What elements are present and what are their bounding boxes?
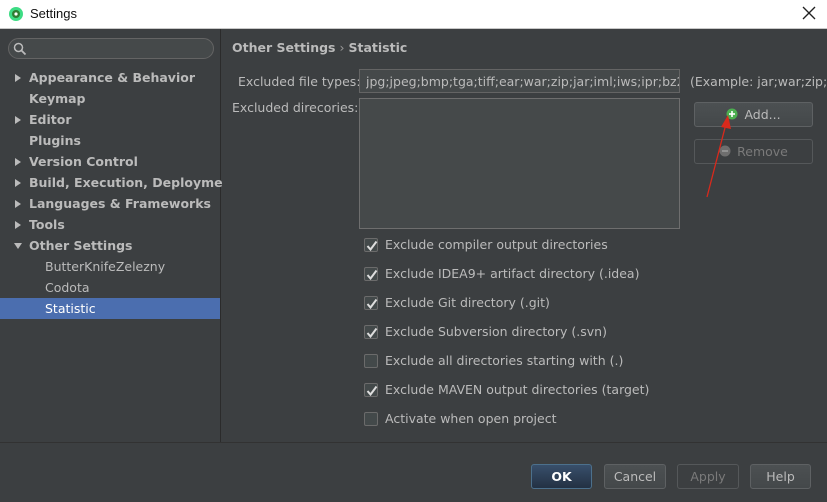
add-button[interactable]: Add...	[694, 102, 813, 127]
chevron-right-icon[interactable]	[13, 199, 23, 209]
checkbox-checked[interactable]	[364, 383, 378, 397]
sidebar-item-label: Codota	[45, 280, 90, 295]
option-label: Exclude MAVEN output directories (target…	[385, 382, 650, 397]
sidebar-item-appearance-behavior[interactable]: Appearance & Behavior	[0, 67, 220, 88]
sidebar-item-label: Other Settings	[29, 238, 133, 253]
search-input[interactable]	[31, 40, 209, 57]
sidebar-item-editor[interactable]: Editor	[0, 109, 220, 130]
sidebar-item-label: Statistic	[45, 301, 96, 316]
statistic-settings-panel: Other Settings › Statistic Excluded file t…	[222, 29, 827, 442]
apply-button[interactable]: Apply	[677, 464, 739, 489]
sidebar-item-other-settings[interactable]: Other Settings	[0, 235, 220, 256]
checkbox-checked[interactable]	[364, 296, 378, 310]
excluded-file-types-label: Excluded file types:	[238, 74, 361, 89]
remove-button-label: Remove	[737, 144, 788, 159]
sidebar-item-label: Editor	[29, 112, 72, 127]
chevron-right-icon[interactable]	[13, 178, 23, 188]
sidebar-item-label: Languages & Frameworks	[29, 196, 211, 211]
excluded-directories-list[interactable]	[359, 98, 680, 229]
add-button-label: Add...	[744, 107, 781, 122]
excluded-file-types-field[interactable]	[359, 69, 680, 93]
option-label: Exclude Git directory (.git)	[385, 295, 550, 310]
sidebar-item-keymap[interactable]: Keymap	[0, 88, 220, 109]
title-bar: Settings	[0, 0, 827, 29]
settings-sidebar: Appearance & Behavior Keymap Editor Plugins…	[0, 29, 237, 442]
dialog-footer: OK Cancel Apply Help	[0, 442, 827, 502]
sidebar-item-statistic[interactable]: Statistic	[0, 298, 220, 319]
sidebar-item-label: Build, Execution, Deployment	[29, 175, 238, 190]
chevron-right-icon[interactable]	[13, 73, 23, 83]
remove-button[interactable]: Remove	[694, 139, 813, 164]
sidebar-item-codota[interactable]: Codota	[0, 277, 220, 298]
sidebar-item-label: Tools	[29, 217, 65, 232]
android-studio-icon	[9, 7, 23, 21]
ok-button[interactable]: OK	[531, 464, 592, 489]
sidebar-item-label: Keymap	[29, 91, 86, 106]
option-label: Exclude all directories starting with (.…	[385, 353, 624, 368]
option-label: Exclude Subversion directory (.svn)	[385, 324, 607, 339]
option-label: Exclude IDEA9+ artifact directory (.idea…	[385, 266, 640, 281]
excluded-directories-label: Excluded direcories:	[232, 100, 359, 115]
checkbox-unchecked[interactable]	[364, 354, 378, 368]
chevron-right-icon[interactable]	[13, 220, 23, 230]
chevron-right-icon[interactable]	[13, 157, 23, 167]
close-icon[interactable]	[801, 5, 817, 21]
checkbox-unchecked[interactable]	[364, 412, 378, 426]
help-button[interactable]: Help	[750, 464, 811, 489]
chevron-right-icon[interactable]	[13, 115, 23, 125]
example-hint: (Example: jar;war;zip;)	[690, 74, 827, 89]
sidebar-item-label: ButterKnifeZelezny	[45, 259, 166, 274]
chevron-down-icon[interactable]	[13, 241, 23, 251]
checkmark-icon	[366, 327, 378, 339]
checkmark-icon	[366, 240, 378, 252]
sidebar-item-build-execution-deployment[interactable]: Build, Execution, Deployment	[0, 172, 237, 193]
option-label: Activate when open project	[385, 411, 557, 426]
sidebar-item-languages-frameworks[interactable]: Languages & Frameworks	[0, 193, 220, 214]
breadcrumb: Other Settings › Statistic	[232, 40, 407, 55]
settings-tree: Appearance & Behavior Keymap Editor Plugins…	[0, 67, 237, 319]
sidebar-item-label: Appearance & Behavior	[29, 70, 195, 85]
breadcrumb-current: Statistic	[348, 40, 408, 55]
add-circle-icon	[726, 108, 738, 120]
sidebar-item-plugins[interactable]: Plugins	[0, 130, 220, 151]
breadcrumb-separator: ›	[339, 40, 345, 55]
sidebar-item-label: Plugins	[29, 133, 81, 148]
checkmark-icon	[366, 298, 378, 310]
sidebar-item-butterknifezelezny[interactable]: ButterKnifeZelezny	[0, 256, 220, 277]
window-title: Settings	[30, 6, 77, 21]
breadcrumb-parent: Other Settings	[232, 40, 336, 55]
sidebar-item-tools[interactable]: Tools	[0, 214, 220, 235]
remove-circle-icon	[719, 145, 731, 157]
search-icon	[13, 42, 27, 56]
search-box[interactable]	[8, 38, 214, 59]
sidebar-item-version-control[interactable]: Version Control	[0, 151, 220, 172]
checkbox-checked[interactable]	[364, 267, 378, 281]
checkbox-checked[interactable]	[364, 238, 378, 252]
checkmark-icon	[366, 269, 378, 281]
sidebar-item-label: Version Control	[29, 154, 138, 169]
checkbox-checked[interactable]	[364, 325, 378, 339]
checkmark-icon	[366, 385, 378, 397]
cancel-button[interactable]: Cancel	[604, 464, 666, 489]
excluded-file-types-input[interactable]	[360, 70, 679, 92]
option-label: Exclude compiler output directories	[385, 237, 608, 252]
